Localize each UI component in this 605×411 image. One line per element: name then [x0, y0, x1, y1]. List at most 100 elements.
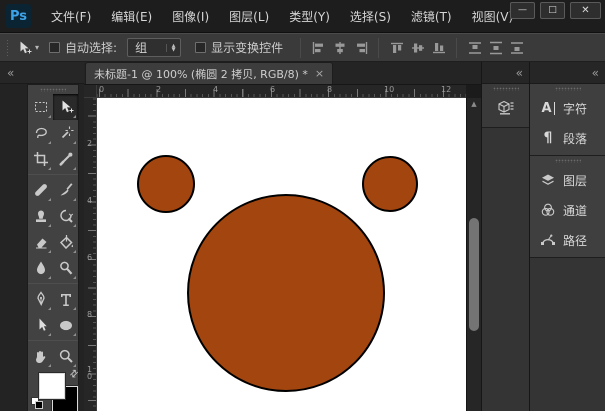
tool-crop[interactable]	[28, 146, 53, 172]
scrollbar-thumb[interactable]	[469, 218, 479, 331]
panel-button-character[interactable]: A 字符	[530, 93, 605, 123]
options-bar: ▾ 自动选择: 组 ▲▼ 显示变换控件	[0, 33, 605, 62]
tool-path-selection[interactable]	[28, 312, 53, 338]
tool-magic-wand[interactable]	[53, 120, 78, 146]
collapse-dock-icon[interactable]: «	[7, 67, 14, 79]
auto-select-target-dropdown[interactable]: 组 ▲▼	[127, 38, 181, 57]
panel-label-layers: 图层	[563, 172, 587, 189]
tool-blur[interactable]	[28, 255, 53, 281]
scroll-up-icon[interactable]: ▲	[467, 100, 481, 108]
tool-brush[interactable]	[53, 177, 78, 203]
tool-dodge[interactable]	[53, 255, 78, 281]
current-tool-button[interactable]: ▾	[16, 40, 39, 56]
tools-panel: ⇅	[27, 84, 79, 411]
tool-ellipse-shape[interactable]	[53, 312, 78, 338]
horizontal-ruler[interactable]: 0 2 4 6 8 10 12	[97, 85, 466, 98]
tool-history-brush[interactable]	[53, 203, 78, 229]
magic-wand-icon	[58, 125, 74, 141]
tool-clone-stamp[interactable]	[28, 203, 53, 229]
align-bottom-icon[interactable]	[428, 38, 449, 57]
ruler-corner[interactable]	[84, 85, 97, 98]
document-window: 0 2 4 6 8 10 12 2 4 6 8 10 ▲	[84, 85, 481, 411]
auto-select-label: 自动选择:	[65, 39, 117, 56]
ellipse-shape-icon	[58, 317, 74, 333]
tool-lasso[interactable]	[28, 120, 53, 146]
align-top-icon[interactable]	[386, 38, 407, 57]
panel-dock-header: «	[530, 62, 605, 84]
separator	[456, 38, 457, 58]
panel-button-layers[interactable]: 图层	[530, 165, 605, 195]
paragraph-icon: ¶	[539, 130, 557, 146]
canvas[interactable]	[97, 98, 466, 411]
close-button[interactable]: ✕	[570, 2, 601, 19]
default-colors-icon[interactable]	[31, 397, 44, 410]
empty-dock-area	[530, 258, 605, 411]
tool-eyedropper[interactable]	[53, 146, 78, 172]
tool-zoom[interactable]	[53, 343, 78, 369]
document-tab[interactable]: 未标题-1 @ 100% (椭圆 2 拷贝, RGB/8) * ×	[85, 62, 333, 84]
menu-file[interactable]: 文件(F)	[41, 4, 101, 29]
align-horizontal-center-icon[interactable]	[329, 38, 350, 57]
maximize-button[interactable]: □	[540, 2, 565, 19]
menu-select[interactable]: 选择(S)	[340, 4, 401, 29]
character-icon: A	[539, 102, 557, 115]
panel-button-paths[interactable]: 路径	[530, 225, 605, 255]
show-transform-checkbox[interactable]	[195, 42, 206, 53]
clone-stamp-icon	[33, 208, 49, 224]
ellipse-small-left[interactable]	[137, 155, 195, 213]
cube-panel-icon	[497, 98, 515, 116]
panel-button-channels[interactable]: 通道	[530, 195, 605, 225]
menu-type[interactable]: 类型(Y)	[279, 4, 340, 29]
vertical-scrollbar[interactable]: ▲	[466, 98, 481, 411]
foreground-swatch[interactable]	[39, 373, 65, 399]
panel-grip[interactable]	[40, 88, 66, 92]
align-right-icon[interactable]	[350, 38, 371, 57]
tool-rectangular-marquee[interactable]	[28, 94, 53, 120]
brush-icon	[58, 182, 74, 198]
document-tab-bar: 未标题-1 @ 100% (椭圆 2 拷贝, RGB/8) * ×	[84, 62, 481, 85]
auto-select-checkbox[interactable]	[49, 42, 60, 53]
minimize-button[interactable]: —	[510, 2, 535, 19]
swap-colors-icon[interactable]: ⇅	[66, 368, 80, 382]
align-left-icon[interactable]	[308, 38, 329, 57]
tool-pen[interactable]	[28, 286, 53, 312]
panel-label-character: 字符	[563, 100, 587, 117]
tool-eraser[interactable]	[28, 229, 53, 255]
ellipse-small-right[interactable]	[362, 156, 418, 212]
show-transform-label: 显示变换控件	[211, 39, 283, 56]
document-tab-title: 未标题-1 @ 100% (椭圆 2 拷贝, RGB/8) *	[94, 66, 308, 82]
collapse-dock-icon[interactable]: «	[516, 67, 523, 79]
collapse-dock-icon[interactable]: «	[592, 67, 599, 79]
collapsed-dock-header: «	[482, 62, 529, 84]
workspace: «	[0, 62, 605, 411]
vertical-ruler[interactable]: 2 4 6 8 10	[84, 98, 97, 411]
menu-layer[interactable]: 图层(L)	[219, 4, 279, 29]
collapsed-panel	[482, 84, 529, 128]
tool-spot-healing-brush[interactable]	[28, 177, 53, 203]
panel-grip[interactable]	[555, 159, 581, 163]
chevron-down-icon: ▾	[35, 43, 39, 52]
tool-move[interactable]	[53, 94, 78, 120]
photoshop-window: Ps 文件(F) 编辑(E) 图像(I) 图层(L) 类型(Y) 选择(S) 滤…	[0, 0, 605, 411]
tab-close-icon[interactable]: ×	[315, 67, 324, 80]
menu-edit[interactable]: 编辑(E)	[101, 4, 162, 29]
options-bar-grip[interactable]	[6, 39, 10, 57]
distribute-bottom-icon[interactable]	[506, 38, 527, 57]
menu-image[interactable]: 图像(I)	[162, 4, 219, 29]
panel-button-paragraph[interactable]: ¶ 段落	[530, 123, 605, 153]
ellipse-large[interactable]	[187, 194, 385, 392]
photoshop-logo: Ps	[6, 4, 31, 28]
distribute-vertical-center-icon[interactable]	[485, 38, 506, 57]
3d-panel-button[interactable]	[488, 93, 524, 121]
panel-grip[interactable]	[493, 87, 519, 91]
collapsed-panel-dock: «	[481, 62, 529, 411]
path-selection-icon	[33, 317, 49, 333]
distribute-top-icon[interactable]	[464, 38, 485, 57]
tool-hand[interactable]	[28, 343, 53, 369]
menu-filter[interactable]: 滤镜(T)	[401, 4, 462, 29]
tool-paint-bucket[interactable]	[53, 229, 78, 255]
align-vertical-center-icon[interactable]	[407, 38, 428, 57]
panel-grip[interactable]	[555, 87, 581, 91]
tool-type[interactable]	[53, 286, 78, 312]
panel-label-channels: 通道	[563, 202, 587, 219]
